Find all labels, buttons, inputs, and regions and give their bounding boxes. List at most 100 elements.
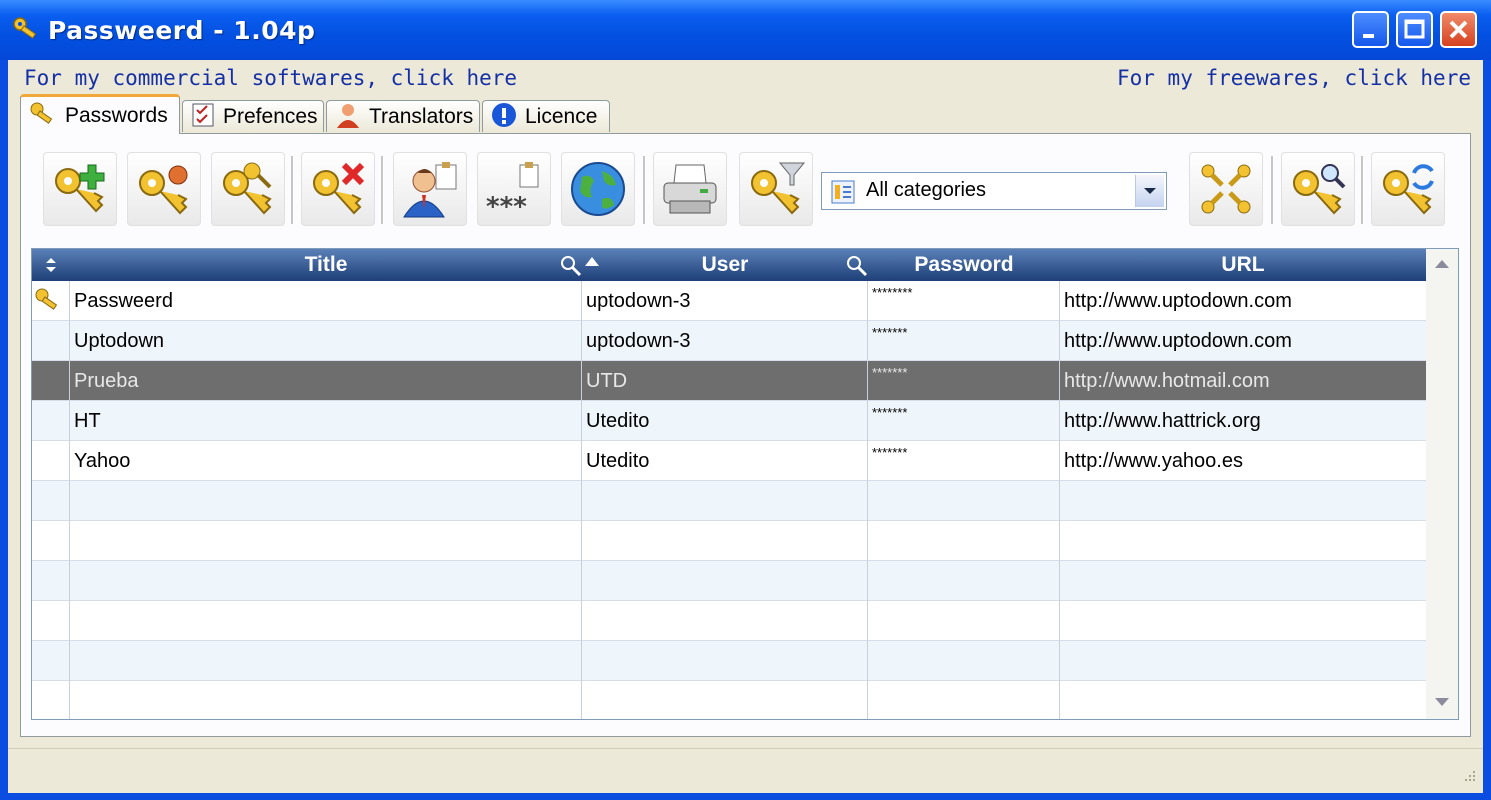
- refresh-button[interactable]: [1371, 152, 1445, 226]
- cell-url: http://www.yahoo.es: [1064, 450, 1243, 472]
- cell-user: Utedito: [586, 410, 650, 432]
- cell-password: *******: [872, 365, 908, 380]
- cell-url: http://www.hattrick.org: [1064, 410, 1261, 432]
- client-area: For my commercial softwares, click here …: [8, 60, 1483, 793]
- keys-icon: [12, 16, 42, 48]
- copy-password-icon: ***: [486, 162, 539, 219]
- cell-title: HT: [74, 410, 101, 432]
- cell-title: Prueba: [74, 370, 139, 392]
- duplicate-password-button[interactable]: [211, 152, 285, 226]
- filter-button[interactable]: [739, 152, 813, 226]
- scroll-down-icon[interactable]: [1426, 687, 1458, 717]
- svg-text:***: ***: [486, 192, 527, 219]
- cell-url: http://www.uptodown.com: [1064, 330, 1292, 352]
- cell-password: *******: [872, 405, 908, 420]
- cell-user: UTD: [586, 370, 628, 392]
- title-bar[interactable]: Passweerd - 1.04p: [0, 0, 1491, 60]
- print-button[interactable]: [653, 152, 727, 226]
- column-header-title[interactable]: Title: [70, 249, 582, 281]
- search-key-icon: [1293, 164, 1346, 215]
- column-header-user[interactable]: User: [582, 249, 868, 281]
- cell-title: Uptodown: [74, 330, 165, 352]
- app-window: Passweerd - 1.04p For my commercial soft…: [0, 0, 1491, 800]
- scroll-up-icon[interactable]: [1426, 249, 1458, 279]
- cell-user: uptodown-3: [586, 290, 691, 312]
- tab-label: Licence: [525, 104, 598, 128]
- search-icon[interactable]: [846, 255, 868, 281]
- empty-row: [32, 481, 1426, 521]
- cell-title: Yahoo: [74, 450, 131, 472]
- column-header-url[interactable]: URL: [1060, 249, 1426, 281]
- keys-grid-icon: [1201, 164, 1251, 214]
- add-password-button[interactable]: [43, 152, 117, 226]
- close-icon: [1449, 20, 1468, 39]
- category-value: All categories: [866, 179, 987, 201]
- grid-header: Title User Password URL: [32, 249, 1426, 281]
- copy-user-icon: [403, 162, 457, 218]
- delete-password-button[interactable]: [301, 152, 375, 226]
- table-row[interactable]: Yahoo Utedito ******* http://www.yahoo.e…: [32, 441, 1426, 481]
- tab-licence[interactable]: Licence: [482, 100, 610, 132]
- column-divider: [581, 281, 582, 719]
- cell-password: *******: [872, 325, 908, 340]
- close-button[interactable]: [1440, 11, 1477, 48]
- empty-row: [32, 681, 1426, 719]
- column-header-password[interactable]: Password: [868, 249, 1060, 281]
- status-bar: [8, 748, 1483, 793]
- delete-key-icon: [313, 162, 365, 215]
- table-row[interactable]: HT Utedito ******* http://www.hattrick.o…: [32, 401, 1426, 441]
- table-row-selected[interactable]: Prueba UTD ******* http://www.hotmail.co…: [32, 361, 1426, 401]
- empty-row: [32, 601, 1426, 641]
- copy-user-button[interactable]: [393, 152, 467, 226]
- minimize-button[interactable]: [1352, 11, 1389, 48]
- globe-icon: [571, 162, 625, 216]
- tab-passwords[interactable]: Passwords: [20, 94, 180, 134]
- commercial-link[interactable]: For my commercial softwares, click here: [24, 66, 517, 90]
- password-grid: Title User Password URL Passweerd uptodo…: [31, 248, 1459, 720]
- checklist-icon: [191, 102, 215, 132]
- table-row[interactable]: Passweerd uptodown-3 ******** http://www…: [32, 281, 1426, 321]
- cell-password: *******: [872, 445, 908, 460]
- add-key-icon: [55, 164, 105, 213]
- refresh-key-icon: [1383, 164, 1434, 215]
- window-title: Passweerd - 1.04p: [48, 16, 316, 45]
- cell-password: ********: [872, 285, 913, 300]
- search-icon[interactable]: [560, 255, 582, 281]
- search-button[interactable]: [1281, 152, 1355, 226]
- tab-label: Translators: [369, 104, 474, 128]
- keys-grid-button[interactable]: [1189, 152, 1263, 226]
- toolbar-separator: [643, 156, 646, 224]
- empty-row: [32, 521, 1426, 561]
- duplicate-key-icon: [223, 162, 272, 215]
- toolbar-separator: [1271, 156, 1274, 224]
- column-divider: [867, 281, 868, 719]
- tab-translators[interactable]: Translators: [326, 100, 480, 132]
- cell-user: Utedito: [586, 450, 650, 472]
- empty-row: [32, 641, 1426, 681]
- chevron-down-icon[interactable]: [1135, 175, 1164, 207]
- open-url-button[interactable]: [561, 152, 635, 226]
- info-icon: [491, 102, 517, 132]
- category-select[interactable]: All categories: [821, 172, 1167, 210]
- edit-password-button[interactable]: [127, 152, 201, 226]
- tab-prefences[interactable]: Prefences: [182, 100, 324, 132]
- tab-label: Prefences: [223, 104, 318, 128]
- column-divider: [1059, 281, 1060, 719]
- toolbar-separator: [1361, 156, 1364, 224]
- cell-title: Passweerd: [74, 290, 173, 312]
- edit-key-icon: [139, 165, 188, 215]
- maximize-button[interactable]: [1396, 11, 1433, 48]
- keys-icon: [34, 287, 62, 317]
- user-icon: [335, 102, 361, 132]
- sort-icon[interactable]: [32, 249, 70, 281]
- filter-key-icon: [751, 162, 806, 215]
- cell-url: http://www.uptodown.com: [1064, 290, 1292, 312]
- column-divider: [69, 281, 70, 719]
- copy-password-button[interactable]: ***: [477, 152, 551, 226]
- tab-label: Passwords: [65, 103, 168, 127]
- vertical-scrollbar[interactable]: [1426, 249, 1458, 719]
- toolbar-separator: [381, 156, 384, 224]
- freeware-link[interactable]: For my freewares, click here: [1117, 66, 1471, 90]
- table-row[interactable]: Uptodown uptodown-3 ******* http://www.u…: [32, 321, 1426, 361]
- resize-grip-icon[interactable]: [1461, 767, 1477, 787]
